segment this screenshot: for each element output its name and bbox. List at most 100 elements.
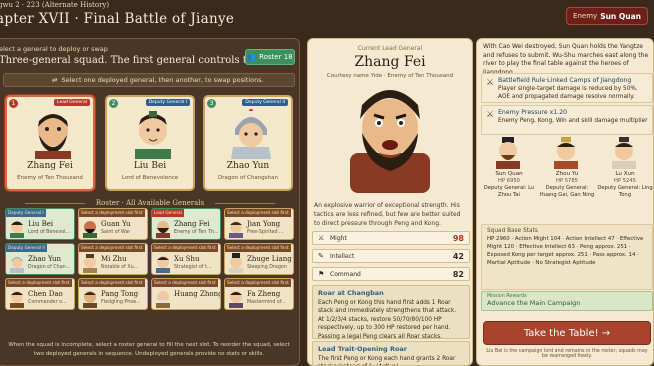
card-ribbon: Select a deployment slot first bbox=[79, 244, 145, 252]
card-name: Mi Zhu bbox=[101, 255, 127, 263]
enemy-hp: HP 5785 bbox=[556, 178, 578, 184]
slot-deputy-1[interactable]: 2 Deputy General I Liu Bei Lord of Benev… bbox=[105, 95, 195, 191]
current-lead-label: Current Lead General bbox=[357, 45, 423, 52]
enemy-chip[interactable]: Enemy Sun Quan bbox=[566, 7, 648, 25]
enemy-name: Sun Quan bbox=[600, 11, 641, 21]
skill-text: Each Peng or Kong this hand first adds 1… bbox=[318, 300, 457, 340]
roster-card[interactable]: Select a deployment slot first Jian Yong… bbox=[224, 208, 294, 240]
take-the-table-button[interactable]: Take the Table! → bbox=[483, 321, 651, 345]
slot-number: 1 bbox=[9, 99, 18, 108]
slot-title: Dragon of Changshan bbox=[218, 175, 278, 181]
card-ribbon: Select a deployment slot first bbox=[225, 244, 291, 252]
zhou-yu-portrait bbox=[554, 137, 578, 169]
roster-card[interactable]: Select a deployment slot first Huang Zho… bbox=[151, 278, 221, 310]
roster-card[interactable]: Deputy General II Zhao Yun Dragon of Cha… bbox=[5, 243, 75, 275]
current-lead-subtitle: Courtesy name Yide · Enemy of Ten Thousa… bbox=[326, 73, 454, 79]
base-stats-text: HP 2960 · Action Might 104 · Action Inte… bbox=[487, 236, 644, 266]
enemy-name: Sun Quan bbox=[495, 171, 523, 177]
slot-name: Zhao Yun bbox=[226, 161, 270, 171]
roster-card[interactable]: Lead General Zhang Fei Enemy of Ten Th..… bbox=[151, 208, 221, 240]
enemy-hp: HP 5245 bbox=[614, 178, 636, 184]
roster-button[interactable]: 👥 Roster 18 bbox=[245, 49, 295, 65]
card-ribbon: Select a deployment slot first bbox=[6, 279, 72, 287]
enemy-generals: Sun Quan HP 6950 Deputy General: Lu Zhou… bbox=[481, 137, 653, 219]
zhang-fei-large-portrait bbox=[350, 90, 430, 193]
enemy-name: Lu Xun bbox=[615, 171, 635, 177]
card-name: Pang Tong bbox=[101, 290, 139, 298]
squad-panel: elect a general to deploy or swap Three-… bbox=[0, 38, 300, 366]
roster-card[interactable]: Select a deployment slot first Pang Tong… bbox=[78, 278, 148, 310]
crossed-swords-icon: ⚔ bbox=[486, 110, 495, 120]
campaign-footnote: Liu Bei is the campaign lord and remains… bbox=[486, 349, 648, 359]
roster-grid: Deputy General I Liu Bei Lord of Benevol… bbox=[5, 208, 297, 310]
card-title: Free-Spirited ... bbox=[247, 230, 284, 235]
general-face-icon bbox=[10, 291, 24, 308]
slot-badge: Lead General bbox=[54, 99, 90, 106]
card-title: Saint of War bbox=[101, 230, 131, 235]
general-face-icon bbox=[10, 257, 24, 273]
skill-opening-roar: Lead Trait·Opening Roar The first Peng o… bbox=[312, 341, 470, 365]
enemy-general-card[interactable]: Zhou Yu HP 5785 Deputy General: Huang Ga… bbox=[539, 137, 595, 217]
reward-text: Advance the Main Campaign bbox=[487, 299, 581, 307]
card-name: Chen Dao bbox=[28, 290, 63, 298]
card-name: Jian Yong bbox=[247, 220, 281, 228]
lead-general-panel: Current Lead General Zhang Fei Courtesy … bbox=[307, 38, 473, 366]
general-face-icon bbox=[229, 253, 243, 273]
stat-label: Command bbox=[330, 270, 361, 278]
card-ribbon: Select a deployment slot first bbox=[79, 279, 145, 287]
roster-card[interactable]: Select a deployment slot first Mi Zhu No… bbox=[78, 243, 148, 275]
roster-card[interactable]: Select a deployment slot first Xu Shu St… bbox=[151, 243, 221, 275]
enemy-role: Deputy General: Ling Tong bbox=[597, 185, 653, 198]
roster-card[interactable]: Select a deployment slot first Fa Zheng … bbox=[224, 278, 294, 310]
card-title: Sleeping Dragon bbox=[247, 265, 287, 270]
lead-description: An explosive warrior of exceptional stre… bbox=[314, 202, 461, 227]
roster-heading: Roster · All Available Generals bbox=[5, 199, 295, 207]
stat-label: Might bbox=[330, 234, 347, 242]
enemy-name: Zhou Yu bbox=[555, 171, 579, 177]
base-stats-title: Squad Base Stats bbox=[487, 228, 538, 234]
card-ribbon: Lead General bbox=[152, 209, 184, 217]
chapter-title: apter XVII · Final Battle of Jianye bbox=[0, 11, 235, 27]
enemy-pressure-title: Enemy Pressure x1.20 bbox=[498, 109, 568, 116]
top-bar: gwu 2 · 223 (Alternate History) apter XV… bbox=[0, 0, 654, 32]
flag-icon: ⚑ bbox=[318, 270, 325, 278]
slot-lead[interactable]: 1 Lead General Zhang Fei Enemy of Ten Th… bbox=[5, 95, 95, 191]
enemy-general-card[interactable]: Sun Quan HP 6950 Deputy General: Lu Zhou… bbox=[481, 137, 537, 217]
skill-title: Lead Trait·Opening Roar bbox=[318, 345, 408, 353]
general-face-icon bbox=[10, 221, 24, 238]
chapter-subtitle: gwu 2 · 223 (Alternate History) bbox=[0, 1, 110, 9]
roster-card[interactable]: Select a deployment slot first Guan Yu S… bbox=[78, 208, 148, 240]
slot-badge: Deputy General I bbox=[145, 99, 190, 106]
general-face-icon bbox=[83, 221, 97, 238]
zhao-yun-portrait bbox=[231, 109, 271, 159]
card-ribbon: Select a deployment slot first bbox=[225, 279, 291, 287]
stat-intellect: ✎ Intellect 42 bbox=[312, 249, 470, 263]
stat-value: 82 bbox=[452, 269, 464, 279]
card-title: Fledgling Phoe... bbox=[101, 300, 141, 305]
enemy-general-card[interactable]: Lu Xun HP 5245 Deputy General: Ling Tong bbox=[597, 137, 653, 217]
battle-info-panel: With Cao Wei destroyed, Sun Quan holds t… bbox=[476, 38, 654, 366]
slot-name: Liu Bei bbox=[133, 161, 167, 171]
slot-name: Zhang Fei bbox=[27, 161, 73, 171]
slot-badge: Deputy General II bbox=[242, 99, 288, 106]
stat-value: 98 bbox=[452, 233, 464, 243]
roster-card[interactable]: Select a deployment slot first Chen Dao … bbox=[5, 278, 75, 310]
slot-title: Enemy of Ten Thousand bbox=[17, 175, 83, 181]
enemy-pressure: ⚔ Enemy Pressure x1.20 Enemy Peng, Kong,… bbox=[481, 105, 653, 135]
roster-card[interactable]: Deputy General I Liu Bei Lord of Benevol… bbox=[5, 208, 75, 240]
general-face-icon bbox=[156, 291, 170, 308]
card-title: Dragon of Chan... bbox=[28, 265, 71, 270]
slot-number: 3 bbox=[207, 99, 216, 108]
slot-deputy-2[interactable]: 3 Deputy General II Zhao Yun Dragon of C… bbox=[203, 95, 293, 191]
general-face-icon bbox=[156, 256, 170, 273]
squad-footer-note: When the squad is incomplete, select a r… bbox=[8, 342, 290, 357]
general-face-icon bbox=[156, 221, 170, 238]
stat-value: 42 bbox=[452, 251, 464, 261]
roster-card[interactable]: Select a deployment slot first Zhuge Lia… bbox=[224, 243, 294, 275]
skill-text: The first Peng or Kong each hand grants … bbox=[318, 356, 456, 365]
card-title: Strategist of t... bbox=[174, 265, 212, 270]
battlefield-rule: ⚔ Battlefield Rule·Linked Camps of Jiang… bbox=[481, 73, 653, 103]
roster-button-label: Roster 18 bbox=[259, 53, 293, 61]
card-title: Notable of Xu... bbox=[101, 265, 139, 270]
card-title: Commander o... bbox=[28, 300, 67, 305]
